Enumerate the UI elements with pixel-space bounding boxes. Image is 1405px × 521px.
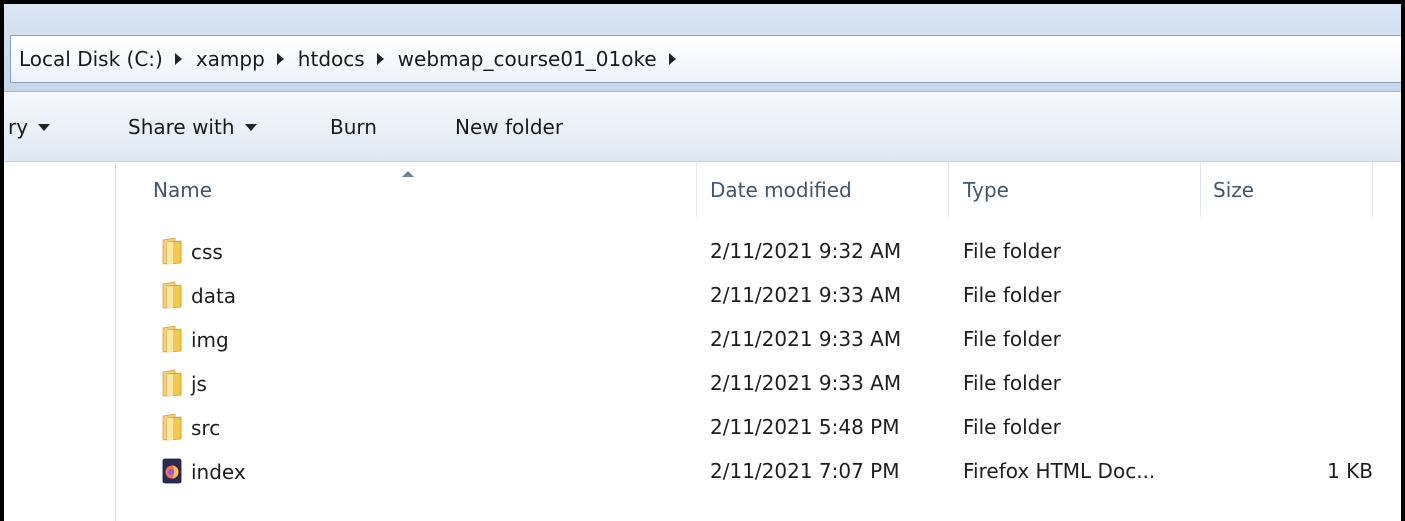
file-name: src — [191, 416, 221, 440]
chevron-down-icon — [38, 123, 51, 131]
library-button-label: ry — [8, 115, 29, 139]
file-name-cell: data — [161, 273, 236, 317]
breadcrumb-xampp[interactable]: xampp — [196, 47, 298, 71]
table-row[interactable]: data 2/11/2021 9:33 AM File folder — [117, 273, 1401, 317]
address-bar-region: Local Disk (C:) xampp htdocs webmap_cour… — [4, 4, 1401, 92]
breadcrumb-local-disk[interactable]: Local Disk (C:) — [19, 47, 196, 71]
chevron-right-icon[interactable] — [376, 53, 384, 65]
file-size — [1201, 317, 1373, 361]
file-size — [1201, 229, 1373, 273]
column-header-row: Name Date modified Type Size — [117, 163, 1401, 217]
file-date: 2/11/2021 9:33 AM — [710, 371, 902, 395]
chevron-right-icon[interactable] — [668, 53, 676, 65]
chevron-right-icon[interactable] — [276, 53, 284, 65]
file-name: js — [191, 372, 207, 396]
file-name: css — [191, 240, 223, 264]
table-row[interactable]: js 2/11/2021 9:33 AM File folder — [117, 361, 1401, 405]
chevron-right-icon[interactable] — [174, 53, 182, 65]
file-type: File folder — [963, 283, 1061, 307]
breadcrumb-label: webmap_course01_01oke — [397, 47, 657, 71]
explorer-window: Local Disk (C:) xampp htdocs webmap_cour… — [0, 0, 1405, 521]
address-bar[interactable]: Local Disk (C:) xampp htdocs webmap_cour… — [10, 35, 1401, 83]
file-name: img — [191, 328, 229, 352]
column-header-label: Date modified — [710, 178, 852, 202]
file-size — [1201, 273, 1373, 317]
file-name: data — [191, 284, 237, 308]
file-name-cell: css — [161, 229, 223, 273]
share-button-label: Share with — [128, 115, 235, 139]
column-header-type[interactable]: Type — [949, 163, 1201, 217]
file-size: 1 KB — [1327, 459, 1373, 483]
file-type: File folder — [963, 371, 1061, 395]
table-row[interactable]: css 2/11/2021 9:32 AM File folder — [117, 229, 1401, 273]
folder-icon — [162, 369, 182, 397]
file-name: index — [191, 460, 246, 484]
file-size — [1201, 361, 1373, 405]
breadcrumb-label: htdocs — [297, 47, 365, 71]
breadcrumb-current-folder[interactable]: webmap_course01_01oke — [398, 47, 690, 71]
folder-icon — [162, 281, 182, 309]
column-header-label: Type — [963, 178, 1009, 202]
table-row[interactable]: index 2/11/2021 7:07 PM Firefox HTML Doc… — [117, 449, 1401, 493]
file-date: 2/11/2021 5:48 PM — [710, 415, 900, 439]
column-header-size[interactable]: Size — [1201, 163, 1373, 217]
file-date: 2/11/2021 9:32 AM — [710, 239, 902, 263]
folder-icon — [162, 413, 182, 441]
burn-button-label: Burn — [330, 115, 377, 139]
table-row[interactable]: src 2/11/2021 5:48 PM File folder — [117, 405, 1401, 449]
file-date: 2/11/2021 7:07 PM — [710, 459, 900, 483]
file-list: Name Date modified Type Size css 2/11/20… — [117, 163, 1401, 521]
file-size — [1201, 405, 1373, 449]
breadcrumb-htdocs[interactable]: htdocs — [298, 47, 398, 71]
firefox-html-icon — [162, 458, 182, 484]
burn-button[interactable]: Burn — [330, 92, 377, 162]
navigation-pane[interactable] — [4, 163, 116, 521]
breadcrumb-label: xampp — [195, 47, 265, 71]
file-date: 2/11/2021 9:33 AM — [710, 283, 902, 307]
file-type: File folder — [963, 239, 1061, 263]
new-folder-button-label: New folder — [455, 115, 564, 139]
file-type: File folder — [963, 415, 1061, 439]
folder-icon — [162, 237, 182, 265]
new-folder-button[interactable]: New folder — [455, 92, 563, 162]
file-name-cell: js — [161, 361, 207, 405]
breadcrumb-label: Local Disk (C:) — [19, 47, 163, 71]
file-name-cell: index — [161, 449, 246, 493]
column-header-label: Size — [1213, 178, 1255, 202]
file-type: Firefox HTML Doc... — [963, 459, 1156, 483]
file-type: File folder — [963, 327, 1061, 351]
file-name-cell: img — [161, 317, 229, 361]
file-name-cell: src — [161, 405, 220, 449]
column-header-label: Name — [153, 178, 213, 202]
command-bar: ry Share with Burn New folder — [4, 92, 1401, 162]
folder-icon — [162, 325, 182, 353]
sort-ascending-icon — [402, 171, 414, 177]
column-header-date[interactable]: Date modified — [697, 163, 949, 217]
table-row[interactable]: img 2/11/2021 9:33 AM File folder — [117, 317, 1401, 361]
file-date: 2/11/2021 9:33 AM — [710, 327, 902, 351]
chevron-down-icon — [244, 123, 257, 131]
include-in-library-button[interactable]: ry — [8, 92, 51, 162]
share-with-button[interactable]: Share with — [128, 92, 257, 162]
